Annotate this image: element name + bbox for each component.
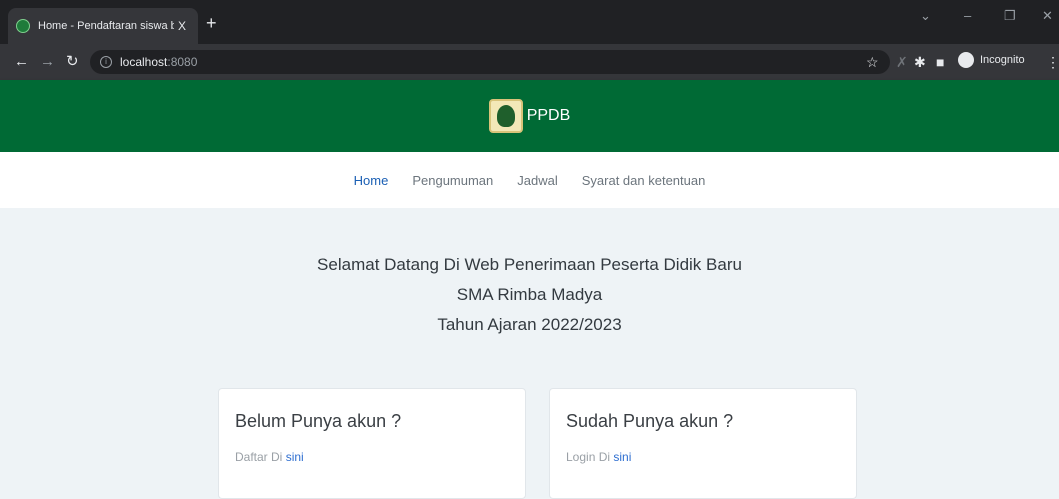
browser-toolbar: ← → ↻ i localhost :8080 ☆ ✗ ✱ ■ Incognit… <box>0 44 1059 80</box>
login-card-text: Login Di sini <box>566 450 840 464</box>
brand-title[interactable]: PPDB <box>527 107 571 125</box>
nav-jadwal[interactable]: Jadwal <box>517 173 557 188</box>
school-logo-icon[interactable] <box>488 99 523 133</box>
close-window-icon[interactable]: ✕ <box>1042 8 1053 24</box>
forward-arrow-icon[interactable]: → <box>40 53 55 71</box>
welcome-text: Selamat Datang Di Web Penerimaan Peserta… <box>0 250 1059 340</box>
register-link[interactable]: sini <box>286 450 304 464</box>
site-header: PPDB <box>0 80 1059 152</box>
extensions-puzzle-icon[interactable]: ✱ <box>914 53 926 71</box>
new-tab-button[interactable]: + <box>206 14 217 32</box>
site-info-icon[interactable]: i <box>100 56 112 68</box>
url-port: :8080 <box>167 55 198 69</box>
incognito-icon <box>958 52 974 68</box>
welcome-line-1: Selamat Datang Di Web Penerimaan Peserta… <box>317 255 742 274</box>
tab-close-icon[interactable]: X <box>174 19 190 33</box>
extension-x-icon[interactable]: ✗ <box>896 53 908 71</box>
nav-syarat[interactable]: Syarat dan ketentuan <box>582 173 706 188</box>
nav-pengumuman[interactable]: Pengumuman <box>412 173 493 188</box>
tab-search-icon[interactable]: ⌄ <box>920 8 931 24</box>
register-card: Belum Punya akun ? Daftar Di sini <box>218 388 526 499</box>
login-prompt: Login Di <box>566 450 614 464</box>
login-card: Sudah Punya akun ? Login Di sini <box>549 388 857 499</box>
nav-home[interactable]: Home <box>354 173 389 188</box>
login-link[interactable]: sini <box>613 450 631 464</box>
back-arrow-icon[interactable]: ← <box>14 53 29 71</box>
register-card-title: Belum Punya akun ? <box>235 411 402 431</box>
browser-tabstrip: Home - Pendaftaran siswa baru X + ⌄ – ❐ … <box>0 0 1059 44</box>
minimize-icon[interactable]: – <box>964 8 971 23</box>
incognito-label: Incognito <box>980 54 1025 66</box>
welcome-line-2: SMA Rimba Madya <box>456 285 603 304</box>
more-menu-icon[interactable]: ⋮ <box>1046 53 1059 71</box>
main-nav: Home Pengumuman Jadwal Syarat dan ketent… <box>0 152 1059 208</box>
url-host: localhost <box>120 55 168 69</box>
site-favicon-icon <box>16 19 30 33</box>
tab-title: Home - Pendaftaran siswa baru <box>38 20 174 32</box>
page-content: PPDB Home Pengumuman Jadwal Syarat dan k… <box>0 80 1059 499</box>
reload-icon[interactable]: ↻ <box>66 53 79 71</box>
register-prompt: Daftar Di <box>235 450 286 464</box>
side-panel-icon[interactable]: ■ <box>936 53 944 71</box>
address-bar[interactable]: i localhost :8080 <box>90 50 890 74</box>
incognito-indicator[interactable]: Incognito <box>958 52 1025 68</box>
welcome-line-3: Tahun Ajaran 2022/2023 <box>437 315 622 334</box>
bookmark-star-icon[interactable]: ☆ <box>866 53 879 71</box>
restore-icon[interactable]: ❐ <box>1004 8 1016 24</box>
register-card-text: Daftar Di sini <box>235 450 509 464</box>
login-card-title: Sudah Punya akun ? <box>566 411 734 431</box>
browser-tab[interactable]: Home - Pendaftaran siswa baru X <box>8 8 198 44</box>
